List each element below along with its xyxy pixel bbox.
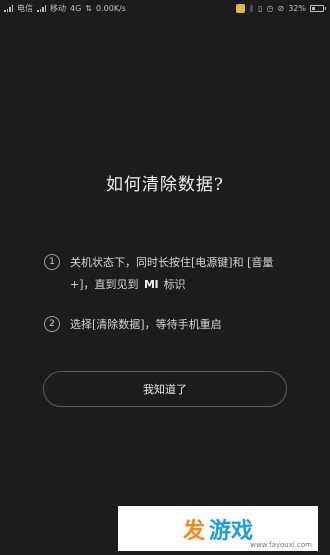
step-number-icon: 1 bbox=[44, 254, 60, 270]
got-it-button[interactable]: 我知道了 bbox=[43, 371, 287, 407]
mi-logo-icon: MI bbox=[144, 278, 159, 291]
vibrate-icon: ▯ bbox=[258, 4, 263, 13]
network-speed-label: 0.00K/s bbox=[96, 4, 126, 13]
signal-icon bbox=[4, 5, 13, 12]
status-bar-left: 电信 移动 4G ⇅ 0.00K/s bbox=[4, 3, 126, 14]
step-item-1: 1 关机状态下，同时长按住[电源键]和 [音量+]，直到见到 MI 标识 bbox=[44, 252, 294, 296]
dialog-title: 如何清除数据? bbox=[105, 175, 225, 195]
notification-app-icon bbox=[236, 4, 246, 13]
bluetooth-icon: ᛒ bbox=[249, 4, 255, 13]
network-type-label: 4G bbox=[70, 4, 82, 13]
step-text: 选择[清除数据]，等待手机重启 bbox=[70, 318, 222, 331]
watermark-url: www.fayouxi.com bbox=[250, 541, 312, 549]
phone-screen: 电信 移动 4G ⇅ 0.00K/s ᛒ ▯ ◷ ⊘ 32% 如何清除数据? 1… bbox=[0, 0, 330, 555]
watermark-char-fa: 发 bbox=[182, 518, 205, 544]
site-watermark: 发 游戏 www.fayouxi.com bbox=[118, 506, 318, 551]
step-item-2: 2 选择[清除数据]，等待手机重启 bbox=[44, 314, 294, 336]
step-number-icon: 2 bbox=[44, 316, 60, 332]
carrier-2-label: 移动 bbox=[50, 4, 66, 13]
carrier-1-label: 电信 bbox=[17, 4, 33, 13]
step-text: 关机状态下，同时长按住[电源键]和 [音量+]，直到见到 MI 标识 bbox=[70, 252, 294, 296]
alarm-icon: ◷ bbox=[266, 4, 274, 13]
battery-icon bbox=[310, 5, 326, 12]
mute-icon: ⊘ bbox=[277, 4, 285, 13]
data-arrows-icon: ⇅ bbox=[85, 4, 92, 13]
battery-percent: 32% bbox=[288, 4, 306, 13]
watermark-char-youxi: 游戏 bbox=[209, 518, 254, 544]
status-bar: 电信 移动 4G ⇅ 0.00K/s ᛒ ▯ ◷ ⊘ 32% bbox=[0, 0, 330, 17]
step-1-text-b: 标识 bbox=[163, 278, 186, 291]
steps-list: 1 关机状态下，同时长按住[电源键]和 [音量+]，直到见到 MI 标识 2 选… bbox=[44, 252, 294, 354]
signal-icon bbox=[37, 5, 46, 12]
status-bar-right: ᛒ ▯ ◷ ⊘ 32% bbox=[236, 4, 326, 13]
